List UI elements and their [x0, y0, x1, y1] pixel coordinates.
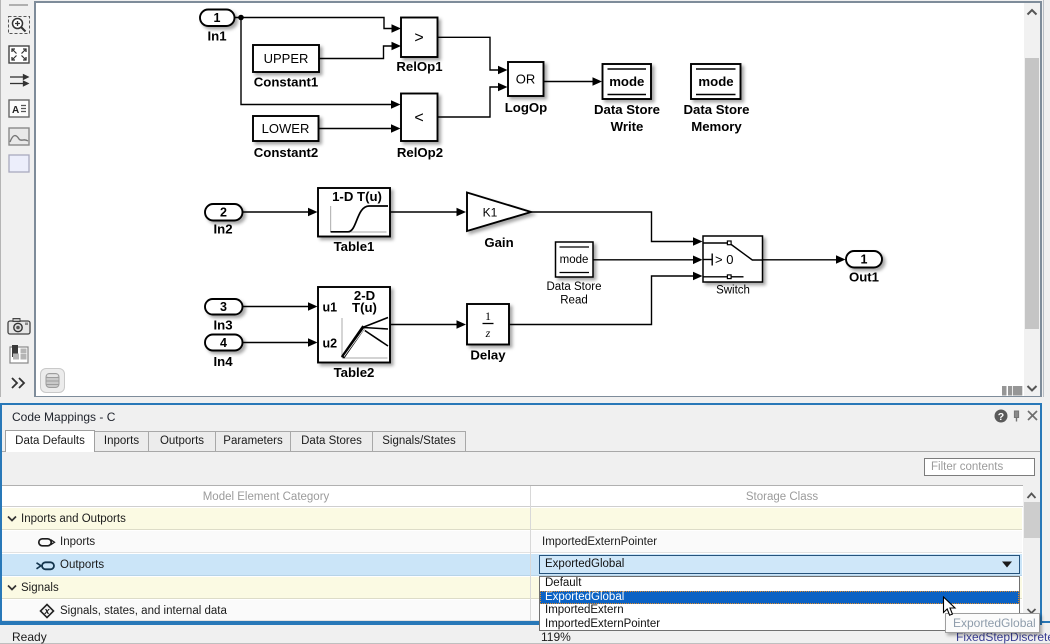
svg-text:OR: OR: [516, 72, 536, 87]
svg-text:>: >: [414, 30, 423, 47]
svg-text:In2: In2: [213, 222, 232, 237]
svg-text:<: <: [414, 110, 423, 127]
svg-text:Constant2: Constant2: [254, 145, 318, 160]
svg-text:u1: u1: [323, 301, 338, 315]
svg-text:Delay: Delay: [470, 348, 506, 363]
svg-text:Out1: Out1: [849, 270, 879, 285]
svg-text:4: 4: [220, 336, 227, 350]
svg-text:2: 2: [220, 206, 227, 220]
svg-text:LOWER: LOWER: [262, 121, 310, 136]
svg-text:x: x: [43, 606, 50, 616]
svg-text:?: ?: [998, 411, 1004, 423]
svg-text:In4: In4: [213, 354, 233, 369]
svg-text:Gain: Gain: [484, 235, 513, 250]
svg-text:RelOp2: RelOp2: [397, 145, 443, 160]
svg-text:Data Store: Data Store: [684, 102, 750, 117]
svg-text:1-D T(u): 1-D T(u): [332, 189, 382, 204]
svg-text:In3: In3: [213, 318, 232, 333]
svg-text:z: z: [485, 326, 491, 340]
svg-text:In1: In1: [207, 29, 226, 44]
svg-text:T(u): T(u): [352, 300, 377, 315]
svg-text:Table2: Table2: [334, 365, 375, 380]
svg-text:1: 1: [214, 11, 221, 25]
svg-text:Data Store: Data Store: [594, 102, 660, 117]
svg-text:3: 3: [220, 300, 227, 314]
svg-text:u2: u2: [323, 337, 338, 351]
svg-text:Data Store: Data Store: [547, 281, 602, 293]
svg-text:K1: K1: [483, 206, 498, 220]
svg-text:1: 1: [861, 253, 868, 267]
svg-text:Switch: Switch: [716, 285, 750, 297]
svg-text:mode: mode: [560, 254, 589, 266]
svg-text:1: 1: [485, 309, 491, 323]
svg-text:RelOp1: RelOp1: [396, 59, 442, 74]
svg-text:UPPER: UPPER: [264, 51, 309, 66]
svg-text:Constant1: Constant1: [254, 75, 318, 90]
svg-text:LogOp: LogOp: [505, 100, 547, 115]
svg-text:Table1: Table1: [334, 239, 375, 254]
svg-text:Memory: Memory: [691, 119, 742, 134]
svg-text:mode: mode: [609, 74, 644, 89]
svg-text:Write: Write: [611, 119, 644, 134]
svg-text:A: A: [12, 105, 19, 116]
svg-text:mode: mode: [698, 74, 733, 89]
svg-text:> 0: > 0: [715, 252, 733, 267]
svg-text:Read: Read: [560, 295, 588, 307]
